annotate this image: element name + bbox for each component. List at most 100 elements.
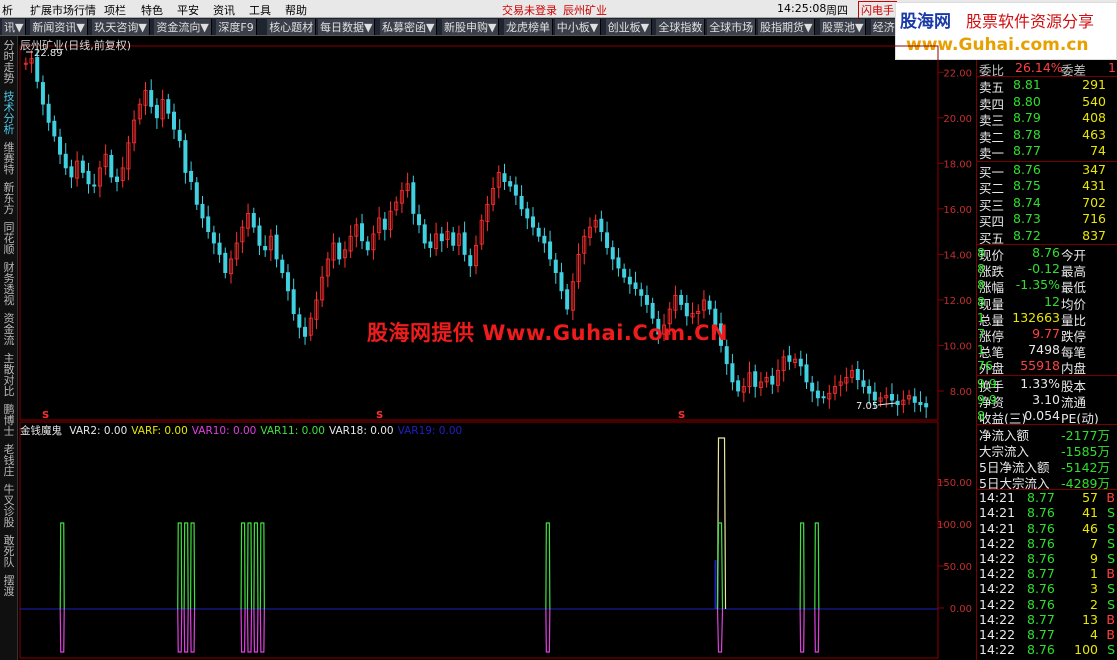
candle-body	[291, 289, 296, 315]
candle-body	[895, 400, 900, 406]
candle-body	[924, 403, 929, 408]
var10-spike	[183, 608, 189, 653]
candle-body	[872, 391, 877, 401]
candle-body	[519, 195, 524, 210]
tick-volume: 46	[1082, 520, 1098, 536]
candle-body	[251, 213, 256, 228]
tick-row: 14:22 8.76 7 S	[977, 536, 1117, 552]
sell-level-row: 卖三 8.79 408	[977, 110, 1117, 128]
sell-level-row: 卖四 8.80 540	[977, 94, 1117, 112]
var10-spike	[246, 608, 253, 653]
candle-body	[86, 170, 91, 185]
indicator-name[interactable]: 金钱魔鬼	[20, 425, 62, 437]
candle-body	[285, 272, 290, 292]
tick-side: B	[1106, 611, 1115, 627]
var10-spike	[59, 608, 65, 653]
var10-spike	[259, 608, 265, 653]
tick-time: 14:22	[979, 551, 1016, 566]
candle-body	[559, 272, 564, 292]
stat-row: 涨跌 -0.12 最高 8	[977, 261, 1117, 279]
tick-volume: 1	[1090, 566, 1098, 582]
price-axis-label: 12.00	[943, 296, 972, 307]
tick-price: 8.77	[1027, 611, 1055, 627]
candle-body	[616, 257, 621, 269]
tick-volume: 13	[1082, 611, 1098, 627]
buy-level-volume: 837	[1082, 227, 1106, 243]
tick-price: 8.77	[1027, 566, 1055, 582]
tick-price: 8.76	[1027, 642, 1055, 658]
candle-body	[736, 380, 741, 392]
buy-level-price: 8.72	[1013, 227, 1041, 243]
stat-value: 0.054	[1024, 408, 1060, 423]
var11-spike	[799, 522, 805, 610]
tick-volume: 4	[1090, 627, 1098, 642]
var11-spike	[246, 522, 253, 610]
buy-level-price: 8.75	[1013, 178, 1041, 193]
price-axis-label: 14.00	[943, 250, 972, 261]
sell-signal-marker: S	[678, 410, 685, 421]
candle-body	[211, 232, 216, 244]
tick-price: 8.77	[1027, 627, 1055, 642]
stat-value-2: 1	[977, 309, 985, 325]
candle-body	[821, 396, 826, 399]
tick-price: 8.76	[1027, 505, 1055, 521]
candle-body	[605, 232, 610, 248]
buy-level-price: 8.73	[1013, 211, 1041, 226]
candle-body	[508, 181, 513, 187]
candle-body	[810, 382, 815, 392]
candle-body	[411, 182, 416, 214]
tick-row: 14:22 8.76 100 S	[977, 642, 1117, 658]
stat-row: 换手 1.33% 股本 9.9	[977, 376, 1117, 394]
tick-side: S	[1107, 551, 1115, 566]
tick-row: 14:21 8.76 46 S	[977, 521, 1117, 537]
tick-side: S	[1107, 596, 1115, 612]
candle-body	[707, 300, 712, 310]
candle-body	[58, 136, 63, 155]
candle-body	[297, 314, 302, 328]
tick-time: 14:22	[979, 611, 1016, 627]
var11-spike	[253, 522, 259, 610]
candle-body	[149, 90, 154, 107]
candle-body	[280, 259, 285, 274]
tick-time: 14:21	[979, 490, 1016, 506]
candle-body	[171, 111, 176, 130]
candle-body	[599, 218, 604, 233]
indicator-legend-item: VAR10: 0.00	[191, 425, 257, 437]
stat-value: -1.35%	[1015, 277, 1060, 293]
weibi-row: 委比 26.14% 委差 1	[977, 60, 1117, 78]
stat-value: 9.77	[1032, 326, 1060, 341]
candle-body	[633, 282, 638, 289]
tick-row: 14:21 8.76 41 S	[977, 505, 1117, 521]
stat-value: -0.12	[1027, 261, 1060, 277]
tick-side: S	[1107, 535, 1115, 551]
tick-side: S	[1107, 581, 1115, 597]
var10-spike	[545, 608, 551, 653]
candle-body	[46, 103, 51, 123]
candle-body	[217, 242, 222, 255]
sell-signal-marker: S	[376, 410, 383, 421]
candle-body	[422, 224, 427, 244]
candle-body	[382, 218, 387, 230]
tick-volume: 100	[1074, 642, 1098, 658]
tick-side: S	[1107, 520, 1115, 536]
candle-body	[451, 232, 456, 246]
indicator-legend: 金钱魔鬼 VAR2: 0.00 VARF: 0.00 VAR10: 0.00 VAR1…	[20, 423, 466, 438]
sell-level-price: 8.78	[1013, 126, 1041, 142]
sell-level-price: 8.79	[1013, 110, 1041, 125]
tick-side: B	[1106, 627, 1115, 642]
candle-body	[530, 216, 535, 228]
sell-level-row: 卖二 8.78 463	[977, 126, 1117, 145]
candle-body	[69, 166, 74, 178]
candle-body	[154, 104, 159, 119]
candle-body	[257, 225, 262, 246]
quote-panel: 委比 26.14% 委差 1 卖五 8.81 291 卖四 8.80 540 卖三 8.79 408 卖二…	[976, 60, 1117, 660]
tick-price: 8.76	[1027, 535, 1055, 551]
tick-volume: 57	[1082, 490, 1098, 506]
low-price-label: 7.05	[856, 401, 878, 412]
buy-level-volume: 716	[1082, 211, 1106, 226]
stat-value: 8.76	[1032, 245, 1060, 260]
candle-body	[565, 289, 570, 310]
stat-value: 7498	[1028, 342, 1060, 358]
stat-row: 现量 12 均价 8	[977, 294, 1117, 312]
tick-price: 8.76	[1027, 596, 1055, 612]
